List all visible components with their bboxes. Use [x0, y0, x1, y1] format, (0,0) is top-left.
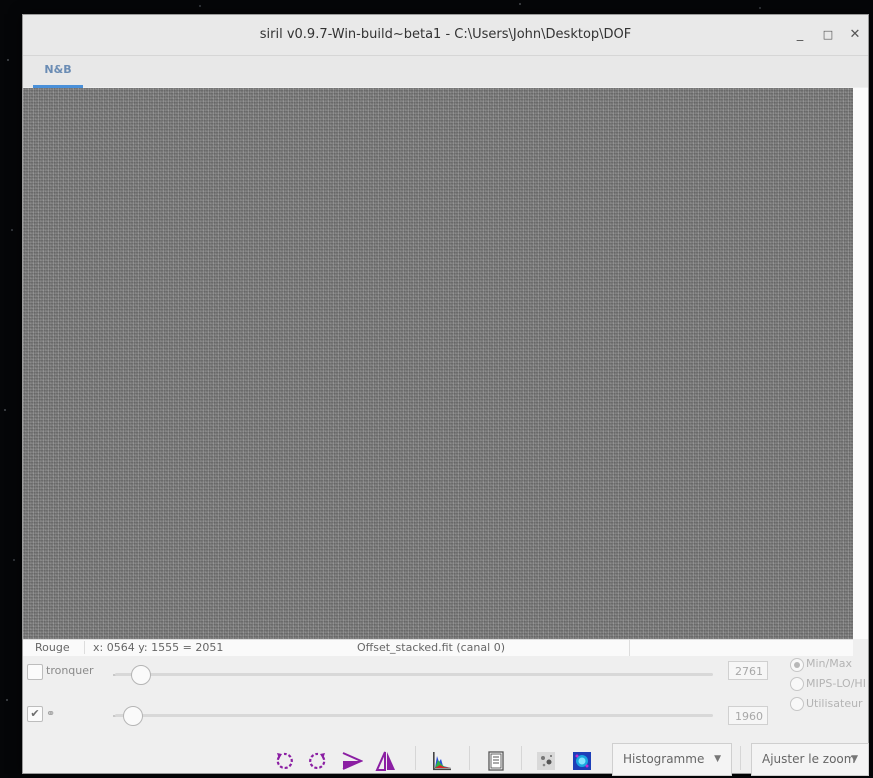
toolbar-separator [740, 746, 741, 770]
display-mode-value: Histogramme [623, 752, 705, 766]
chevron-down-icon: ▼ [851, 754, 858, 764]
mirror-y-icon [375, 751, 395, 771]
tronquer-checkbox[interactable] [27, 664, 43, 680]
high-cutoff-slider[interactable] [115, 673, 713, 676]
radio-mips-label: MIPS-LO/HI [806, 677, 866, 690]
toolbar-separator [415, 746, 416, 770]
siril-window: siril v0.9.7-Win-build~beta1 - C:\Users\… [22, 14, 869, 776]
mirror-x-icon [342, 752, 363, 770]
link-sliders-checkbox[interactable]: ✔ [27, 706, 43, 722]
mirror-y-button[interactable] [375, 750, 397, 772]
display-mode-select[interactable]: Histogramme ▼ [612, 743, 732, 776]
radio-user[interactable] [790, 697, 804, 711]
toolbar-separator [469, 746, 470, 770]
negative-view-button[interactable] [535, 750, 557, 772]
histogram-button[interactable] [431, 750, 453, 772]
window-title: siril v0.9.7-Win-build~beta1 - C:\Users\… [259, 27, 632, 42]
channel-tabs: N&B [23, 56, 868, 88]
false-color-button[interactable] [571, 750, 593, 772]
status-bar: Rouge x: 0564 y: 1555 = 2051 Offset_stac… [23, 639, 853, 656]
status-channel: Rouge [35, 641, 70, 654]
tab-nb[interactable]: N&B [33, 56, 83, 88]
high-cutoff-value[interactable]: 2761 [728, 661, 768, 680]
rotate-cw-button[interactable] [307, 750, 329, 772]
radio-user-label: Utilisateur [806, 697, 863, 710]
mirror-x-button[interactable] [341, 750, 363, 772]
rotate-cw-icon [309, 752, 326, 770]
zoom-value: Ajuster le zoom [762, 752, 856, 766]
radio-mips[interactable] [790, 677, 804, 691]
fits-header-icon [488, 751, 504, 771]
status-coordinates: x: 0564 y: 1555 = 2051 [84, 641, 223, 654]
link-icon: ⚭ [46, 707, 56, 720]
image-viewport[interactable] [23, 88, 853, 639]
minimize-button[interactable]: _ [788, 24, 812, 46]
status-divider [629, 640, 630, 656]
negative-view-icon [537, 752, 555, 770]
vertical-scrollbar[interactable] [853, 88, 868, 639]
histogram-icon [433, 752, 451, 771]
zoom-select[interactable]: Ajuster le zoom ▼ [751, 743, 869, 776]
maximize-button[interactable]: □ [816, 24, 840, 46]
close-button[interactable]: ✕ [843, 24, 867, 46]
false-color-icon [573, 752, 591, 770]
chevron-down-icon: ▼ [714, 754, 721, 764]
low-cutoff-slider-knob[interactable] [123, 706, 143, 726]
rotate-ccw-icon [276, 752, 293, 770]
low-cutoff-value[interactable]: 1960 [728, 706, 768, 725]
status-filename: Offset_stacked.fit (canal 0) [357, 641, 505, 654]
fits-header-button[interactable] [485, 750, 507, 772]
radio-minmax-label: Min/Max [806, 657, 852, 670]
rotate-ccw-button[interactable] [273, 750, 295, 772]
toolbar-separator [521, 746, 522, 770]
low-cutoff-slider[interactable] [115, 714, 713, 717]
display-controls: tronquer 2761 ✔ ⚭ 1960 Min/Max MIPS-LO/H… [23, 656, 869, 776]
radio-minmax[interactable] [790, 658, 804, 672]
high-cutoff-slider-knob[interactable] [131, 665, 151, 685]
tronquer-label: tronquer [46, 664, 94, 677]
title-bar[interactable]: siril v0.9.7-Win-build~beta1 - C:\Users\… [23, 15, 868, 56]
